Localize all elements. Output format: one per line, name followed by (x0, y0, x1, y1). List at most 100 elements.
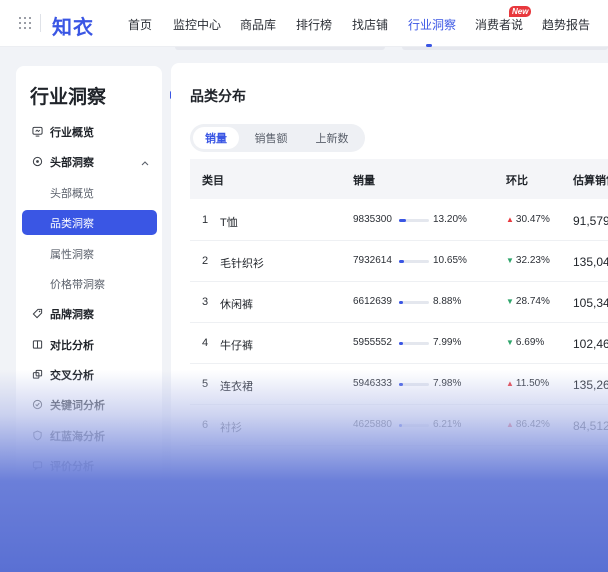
share-bar (399, 260, 429, 263)
sidebar-title: 行业洞察 (30, 87, 107, 108)
column-header-est-sales[interactable]: 估算销售额 (573, 172, 608, 188)
collapsed-bar (175, 47, 385, 50)
sales-value: 6612639 (353, 296, 392, 307)
sales-value: 7932614 (353, 255, 392, 266)
category-name[interactable]: 连衣裙 (220, 378, 253, 394)
chevron-up-icon[interactable] (141, 157, 149, 169)
yoy-change: ▲ 30.47% (506, 214, 550, 225)
row-index: 3 (202, 296, 209, 308)
tab-sales-amount[interactable]: 销售额 (239, 127, 303, 149)
table-row[interactable]: 1 T恤 9835300 13.20% ▲ 30.47% 91,579 (190, 200, 608, 241)
share-percent: 8.88% (433, 296, 462, 307)
sidebar-item-label: 头部概览 (50, 187, 94, 200)
shield-icon (26, 430, 48, 441)
row-index: 1 (202, 214, 209, 226)
nav-item-industry-insight[interactable]: 行业洞察 (408, 16, 456, 33)
section-title: 品类分布 (190, 88, 246, 104)
yoy-change: ▲ 86.42% (506, 419, 550, 430)
column-header-category[interactable]: 类目 (202, 172, 224, 188)
sidebar-item-category-insight[interactable]: 品类洞察 (22, 210, 157, 235)
sidebar-item-review-analysis[interactable]: 评价分析 (22, 453, 157, 478)
nav-item-consumer[interactable]: 消费者说 (475, 16, 523, 33)
sidebar-item-keyword-analysis[interactable]: 关键词分析 (22, 392, 157, 417)
nav-item-monitor[interactable]: 监控中心 (173, 16, 221, 33)
keyword-icon (26, 399, 48, 410)
arrow-up-icon: ▲ (506, 420, 514, 429)
row-index: 6 (202, 419, 209, 431)
estimated-sales: 135,04 (573, 255, 608, 269)
category-name[interactable]: 毛针织衫 (220, 255, 264, 271)
main-panel: 品类分布 销量 销售额 上新数 类目 销量 环比 估算销售额 1 T恤 983530… (171, 63, 608, 572)
nav-item-ranking[interactable]: 排行榜 (296, 16, 332, 33)
sales-value: 4625880 (353, 419, 392, 430)
row-index: 2 (202, 255, 209, 267)
table-row[interactable]: 2 毛针织衫 7932614 10.65% ▼ 32.23% 135,04 (190, 241, 608, 282)
sidebar-item-price-band-insight[interactable]: 价格带洞察 (22, 271, 157, 296)
share-bar (399, 219, 429, 222)
logo[interactable]: 知衣 (52, 11, 94, 40)
collapsed-bar (402, 47, 608, 50)
estimated-sales: 105,34 (573, 296, 608, 310)
nav-item-product-library[interactable]: 商品库 (240, 16, 276, 33)
table-row[interactable]: 5 连衣裙 5946333 7.98% ▲ 11.50% 135,26 (190, 364, 608, 405)
table-header: 类目 销量 环比 估算销售额 (190, 159, 608, 199)
sidebar-item-label: 头部洞察 (50, 156, 94, 169)
sidebar-item-red-blue-sea[interactable]: 红蓝海分析 (22, 423, 157, 448)
category-name[interactable]: 衬衫 (220, 419, 242, 435)
category-name[interactable]: 休闲裤 (220, 296, 253, 312)
sidebar-item-industry-overview[interactable]: 行业概览 (22, 119, 157, 144)
share-percent: 7.98% (433, 378, 462, 389)
tab-new-arrivals[interactable]: 上新数 (303, 127, 361, 149)
sales-value: 9835300 (353, 214, 392, 225)
share-bar-fill (399, 424, 402, 427)
share-percent: 10.65% (433, 255, 467, 266)
nav-item-home[interactable]: 首页 (128, 16, 152, 33)
estimated-sales: 91,579 (573, 214, 608, 228)
comment-icon (26, 460, 48, 471)
yoy-change: ▲ 11.50% (506, 378, 549, 389)
table-row[interactable]: 4 牛仔裤 5955552 7.99% ▼ 6.69% 102,46 (190, 323, 608, 364)
sidebar: 行业洞察 行业概览 头部洞察 头部概览 品类洞察 属性洞察 价格带洞察 品牌洞察 (16, 66, 162, 572)
metric-tabs: 销量 销售额 上新数 (190, 124, 365, 152)
sales-value: 5955552 (353, 337, 392, 348)
table-row[interactable]: 6 衬衫 4625880 6.21% ▲ 86.42% 84,512 (190, 405, 608, 446)
nav-item-trend-report[interactable]: 趋势报告 (542, 16, 590, 33)
share-percent: 6.21% (433, 419, 462, 430)
compare-icon (26, 339, 48, 350)
share-bar (399, 342, 429, 345)
yoy-value: 32.23% (515, 255, 550, 266)
sidebar-item-attribute-insight[interactable]: 属性洞察 (22, 241, 157, 266)
top-nav: 知衣 首页 监控中心 商品库 排行榜 找店铺 行业洞察 消费者说 趋势报告 Ne… (0, 0, 608, 47)
nav-divider (40, 14, 41, 32)
apps-grid-icon[interactable] (19, 17, 31, 29)
arrow-down-icon: ▼ (506, 338, 514, 347)
sidebar-item-label: 属性洞察 (50, 248, 94, 261)
estimated-sales: 102,46 (573, 337, 608, 351)
sidebar-item-head-overview[interactable]: 头部概览 (22, 180, 157, 205)
share-bar-fill (399, 301, 403, 304)
share-bar (399, 424, 429, 427)
sidebar-item-label: 品牌洞察 (50, 308, 94, 321)
category-name[interactable]: T恤 (220, 214, 238, 230)
share-bar-fill (399, 260, 404, 263)
yoy-value: 30.47% (515, 214, 550, 225)
sidebar-item-cross-analysis[interactable]: 交叉分析 (22, 362, 157, 387)
sidebar-item-compare-analysis[interactable]: 对比分析 (22, 332, 157, 357)
tab-sales-volume[interactable]: 销量 (193, 127, 239, 149)
column-header-yoy[interactable]: 环比 (506, 172, 528, 188)
sales-value: 5946333 (353, 378, 392, 389)
row-index: 5 (202, 378, 209, 390)
sidebar-item-label: 行业概览 (50, 126, 94, 139)
yoy-change: ▼ 32.23% (506, 255, 550, 266)
column-header-sales[interactable]: 销量 (353, 172, 375, 188)
tag-icon (26, 308, 48, 319)
yoy-value: 86.42% (515, 419, 550, 430)
table-row[interactable]: 3 休闲裤 6612639 8.88% ▼ 28.74% 105,34 (190, 282, 608, 323)
row-index: 4 (202, 337, 209, 349)
nav-item-find-shop[interactable]: 找店铺 (352, 16, 388, 33)
category-name[interactable]: 牛仔裤 (220, 337, 253, 353)
sidebar-item-head-insight[interactable]: 头部洞察 (22, 149, 157, 174)
estimated-sales: 135,26 (573, 378, 608, 392)
sidebar-item-brand-insight[interactable]: 品牌洞察 (22, 301, 157, 326)
monitor-icon (26, 126, 48, 137)
